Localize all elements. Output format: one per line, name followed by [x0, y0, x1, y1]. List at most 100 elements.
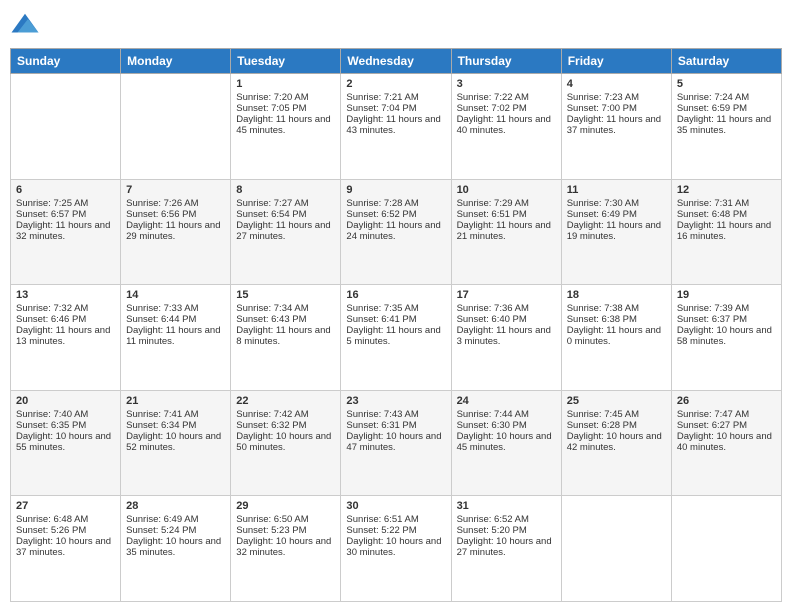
calendar-cell: 15 Sunrise: 7:34 AMSunset: 6:43 PMDayligh… [231, 285, 341, 391]
calendar-cell [121, 74, 231, 180]
calendar-table: SundayMondayTuesdayWednesdayThursdayFrid… [10, 48, 782, 602]
daylight-text: Daylight: 11 hours and 37 minutes. [567, 114, 666, 136]
weekday-header: Saturday [671, 49, 781, 74]
sunrise-text: Sunrise: 6:50 AM [236, 514, 335, 525]
calendar-cell: 4 Sunrise: 7:23 AMSunset: 7:00 PMDaylight… [561, 74, 671, 180]
sunrise-text: Sunrise: 7:33 AM [126, 303, 225, 314]
sunrise-text: Sunrise: 7:26 AM [126, 198, 225, 209]
sunset-text: Sunset: 6:51 PM [457, 209, 556, 220]
sunrise-text: Sunrise: 7:41 AM [126, 409, 225, 420]
sunset-text: Sunset: 6:27 PM [677, 420, 776, 431]
sunrise-text: Sunrise: 7:20 AM [236, 92, 335, 103]
daylight-text: Daylight: 10 hours and 45 minutes. [457, 431, 556, 453]
calendar-cell: 26Sunrise: 7:47 AMSunset: 6:27 PMDayligh… [671, 390, 781, 496]
daylight-text: Daylight: 11 hours and 19 minutes. [567, 220, 666, 242]
calendar-cell [561, 496, 671, 602]
calendar-cell: 29Sunrise: 6:50 AMSunset: 5:23 PMDayligh… [231, 496, 341, 602]
weekday-header: Wednesday [341, 49, 451, 74]
day-number: 6 [16, 184, 115, 196]
daylight-text: Daylight: 11 hours and 5 minutes. [346, 325, 445, 347]
calendar-cell: 5Sunrise: 7:24 AMSunset: 6:59 PMDaylight… [671, 74, 781, 180]
calendar-cell: 8Sunrise: 7:27 AMSunset: 6:54 PMDaylight… [231, 179, 341, 285]
day-number: 21 [126, 395, 225, 407]
sunrise-text: Sunrise: 7:40 AM [16, 409, 115, 420]
calendar-cell: 23Sunrise: 7:43 AMSunset: 6:31 PMDayligh… [341, 390, 451, 496]
day-number: 24 [457, 395, 556, 407]
daylight-text: Daylight: 11 hours and 13 minutes. [16, 325, 115, 347]
calendar-cell: 31Sunrise: 6:52 AMSunset: 5:20 PMDayligh… [451, 496, 561, 602]
calendar-cell: 30Sunrise: 6:51 AMSunset: 5:22 PMDayligh… [341, 496, 451, 602]
day-number: 19 [677, 289, 776, 301]
day-number: 15 [236, 289, 335, 301]
sunset-text: Sunset: 6:31 PM [346, 420, 445, 431]
sunset-text: Sunset: 6:38 PM [567, 314, 666, 325]
sunset-text: Sunset: 6:46 PM [16, 314, 115, 325]
day-number: 27 [16, 500, 115, 512]
calendar-cell: 19Sunrise: 7:39 AMSunset: 6:37 PMDayligh… [671, 285, 781, 391]
sunrise-text: Sunrise: 6:51 AM [346, 514, 445, 525]
sunset-text: Sunset: 6:44 PM [126, 314, 225, 325]
calendar-cell: 11Sunrise: 7:30 AMSunset: 6:49 PMDayligh… [561, 179, 671, 285]
sunrise-text: Sunrise: 7:29 AM [457, 198, 556, 209]
calendar-cell: 20 Sunrise: 7:40 AMSunset: 6:35 PMDayligh… [11, 390, 121, 496]
logo [10, 10, 44, 40]
daylight-text: Daylight: 10 hours and 50 minutes. [236, 431, 335, 453]
sunset-text: Sunset: 7:00 PM [567, 103, 666, 114]
day-number: 20 [16, 395, 115, 407]
sunrise-text: Sunrise: 7:22 AM [457, 92, 556, 103]
daylight-text: Daylight: 10 hours and 47 minutes. [346, 431, 445, 453]
sunrise-text: Sunrise: 7:43 AM [346, 409, 445, 420]
weekday-header: Friday [561, 49, 671, 74]
calendar-cell: 18Sunrise: 7:38 AMSunset: 6:38 PMDayligh… [561, 285, 671, 391]
sunset-text: Sunset: 5:24 PM [126, 525, 225, 536]
logo-icon [10, 10, 40, 40]
sunset-text: Sunset: 6:43 PM [236, 314, 335, 325]
sunrise-text: Sunrise: 7:25 AM [16, 198, 115, 209]
calendar-cell: 24Sunrise: 7:44 AMSunset: 6:30 PMDayligh… [451, 390, 561, 496]
calendar-week-row: 27Sunrise: 6:48 AMSunset: 5:26 PMDayligh… [11, 496, 782, 602]
daylight-text: Daylight: 10 hours and 35 minutes. [126, 536, 225, 558]
sunset-text: Sunset: 6:40 PM [457, 314, 556, 325]
sunrise-text: Sunrise: 7:39 AM [677, 303, 776, 314]
daylight-text: Daylight: 11 hours and 16 minutes. [677, 220, 776, 242]
sunset-text: Sunset: 5:20 PM [457, 525, 556, 536]
sunset-text: Sunset: 6:35 PM [16, 420, 115, 431]
daylight-text: Daylight: 11 hours and 3 minutes. [457, 325, 556, 347]
day-number: 31 [457, 500, 556, 512]
sunrise-text: Sunrise: 7:31 AM [677, 198, 776, 209]
page-header [10, 10, 782, 40]
day-number: 10 [457, 184, 556, 196]
sunrise-text: Sunrise: 7:34 AM [236, 303, 335, 314]
daylight-text: Daylight: 11 hours and 8 minutes. [236, 325, 335, 347]
calendar-header-row: SundayMondayTuesdayWednesdayThursdayFrid… [11, 49, 782, 74]
sunset-text: Sunset: 5:23 PM [236, 525, 335, 536]
calendar-week-row: 13Sunrise: 7:32 AMSunset: 6:46 PMDayligh… [11, 285, 782, 391]
sunset-text: Sunset: 6:59 PM [677, 103, 776, 114]
calendar-cell: 16Sunrise: 7:35 AMSunset: 6:41 PMDayligh… [341, 285, 451, 391]
day-number: 11 [567, 184, 666, 196]
day-number: 28 [126, 500, 225, 512]
day-number: 25 [567, 395, 666, 407]
day-number: 12 [677, 184, 776, 196]
calendar-cell: 21Sunrise: 7:41 AMSunset: 6:34 PMDayligh… [121, 390, 231, 496]
daylight-text: Daylight: 10 hours and 37 minutes. [16, 536, 115, 558]
day-number: 5 [677, 78, 776, 90]
daylight-text: Daylight: 11 hours and 32 minutes. [16, 220, 115, 242]
sunrise-text: Sunrise: 7:23 AM [567, 92, 666, 103]
calendar-cell: 27Sunrise: 6:48 AMSunset: 5:26 PMDayligh… [11, 496, 121, 602]
daylight-text: Daylight: 10 hours and 55 minutes. [16, 431, 115, 453]
day-number: 4 [567, 78, 666, 90]
weekday-header: Thursday [451, 49, 561, 74]
daylight-text: Daylight: 11 hours and 40 minutes. [457, 114, 556, 136]
calendar-cell: 10Sunrise: 7:29 AMSunset: 6:51 PMDayligh… [451, 179, 561, 285]
sunset-text: Sunset: 6:49 PM [567, 209, 666, 220]
daylight-text: Daylight: 11 hours and 0 minutes. [567, 325, 666, 347]
calendar-cell: 28Sunrise: 6:49 AMSunset: 5:24 PMDayligh… [121, 496, 231, 602]
daylight-text: Daylight: 11 hours and 35 minutes. [677, 114, 776, 136]
daylight-text: Daylight: 10 hours and 58 minutes. [677, 325, 776, 347]
day-number: 17 [457, 289, 556, 301]
daylight-text: Daylight: 10 hours and 40 minutes. [677, 431, 776, 453]
calendar-cell: 17Sunrise: 7:36 AMSunset: 6:40 PMDayligh… [451, 285, 561, 391]
sunset-text: Sunset: 6:30 PM [457, 420, 556, 431]
calendar-cell: 7Sunrise: 7:26 AMSunset: 6:56 PMDaylight… [121, 179, 231, 285]
